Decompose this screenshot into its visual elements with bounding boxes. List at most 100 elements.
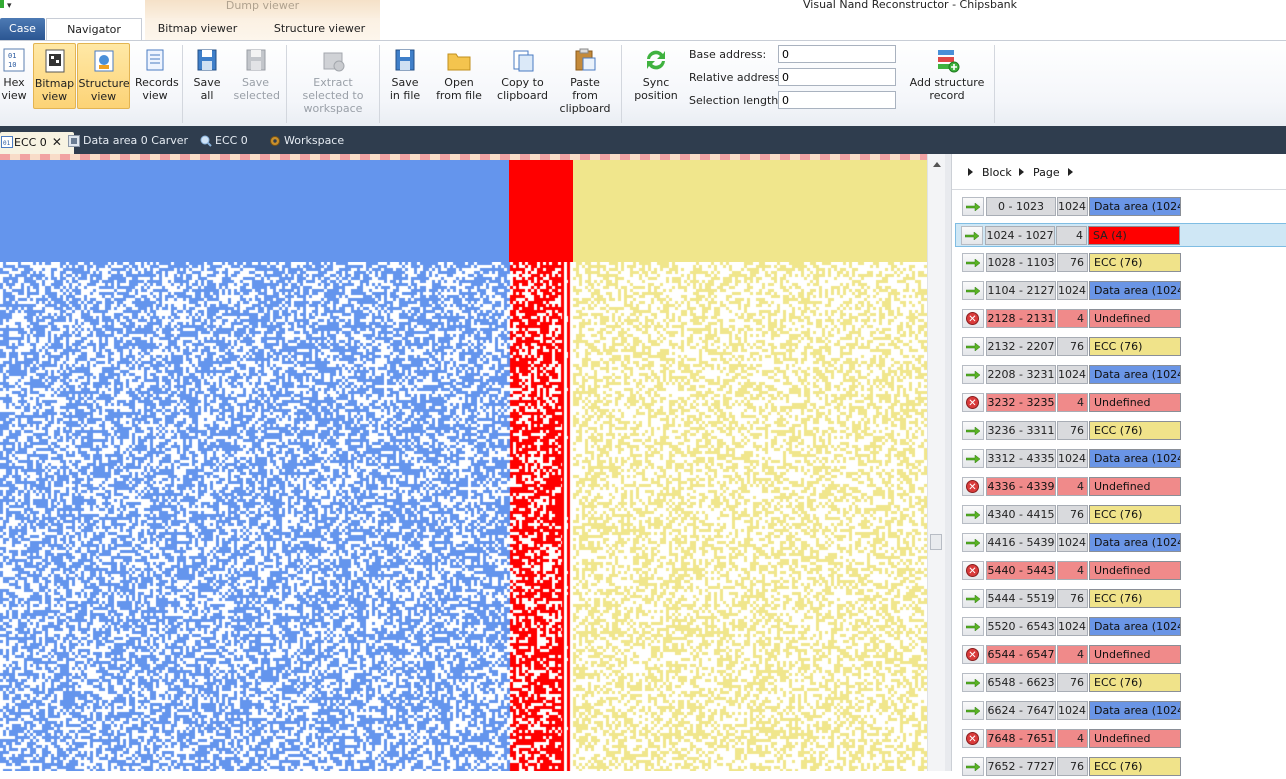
- record-status-button[interactable]: [962, 365, 984, 384]
- hex-view-button[interactable]: 01 10 Hex view: [0, 43, 30, 109]
- record-row[interactable]: 4340 - 4415 76 ECC (76): [957, 503, 1286, 527]
- scroll-up-icon[interactable]: [933, 162, 941, 167]
- paste-from-clipboard-button[interactable]: Paste from clipboard: [555, 43, 615, 115]
- record-status-button[interactable]: ✕: [962, 561, 984, 580]
- open-from-file-button[interactable]: Open from file: [429, 43, 489, 109]
- record-row[interactable]: 2132 - 2207 76 ECC (76): [957, 335, 1286, 359]
- record-type-label[interactable]: Undefined: [1089, 561, 1181, 580]
- record-row[interactable]: 5444 - 5519 76 ECC (76): [957, 587, 1286, 611]
- doc-tab-ecc-0[interactable]: ECC 0: [198, 131, 248, 151]
- record-status-button[interactable]: [961, 226, 983, 245]
- sync-position-button[interactable]: Sync position: [630, 43, 682, 109]
- record-type-label[interactable]: ECC (76): [1089, 421, 1181, 440]
- record-row[interactable]: 3236 - 3311 76 ECC (76): [957, 419, 1286, 443]
- record-status-button[interactable]: [962, 673, 984, 692]
- record-type-label[interactable]: Data area (1024): [1089, 365, 1181, 384]
- record-type-label[interactable]: Undefined: [1089, 477, 1181, 496]
- add-structure-record-button[interactable]: Add structure record: [906, 43, 988, 109]
- record-row[interactable]: 7652 - 7727 76 ECC (76): [957, 755, 1286, 779]
- record-row[interactable]: 1028 - 1103 76 ECC (76): [957, 251, 1286, 275]
- record-type-label[interactable]: Undefined: [1089, 645, 1181, 664]
- tab-bitmap-viewer[interactable]: Bitmap viewer: [150, 18, 245, 40]
- record-status-button[interactable]: [962, 197, 984, 216]
- record-row[interactable]: 5520 - 6543 1024 Data area (1024): [957, 615, 1286, 639]
- range-separator: -: [1015, 480, 1027, 493]
- record-status-button[interactable]: [962, 421, 984, 440]
- record-row[interactable]: ✕ 2128 - 2131 4 Undefined: [957, 307, 1286, 331]
- structure-view-button[interactable]: Structure view: [77, 43, 130, 109]
- quick-access-toolbar[interactable]: ▾: [0, 0, 30, 12]
- record-row[interactable]: 2208 - 3231 1024 Data area (1024): [957, 363, 1286, 387]
- record-status-button[interactable]: [962, 589, 984, 608]
- record-status-button[interactable]: [962, 281, 984, 300]
- record-type-label[interactable]: Data area (1024): [1089, 197, 1181, 216]
- copy-to-clipboard-button[interactable]: Copy to clipboard: [495, 43, 550, 109]
- record-row[interactable]: 1024 - 1027 4 SA (4): [955, 223, 1286, 247]
- record-row[interactable]: 1104 - 2127 1024 Data area (1024): [957, 279, 1286, 303]
- base-address-input[interactable]: [778, 45, 896, 63]
- record-type-label[interactable]: ECC (76): [1089, 673, 1181, 692]
- record-status-button[interactable]: [962, 253, 984, 272]
- record-status-button[interactable]: [962, 337, 984, 356]
- scrollbar-thumb[interactable]: [930, 534, 942, 550]
- breadcrumb-block[interactable]: Block: [982, 166, 1012, 179]
- record-status-button[interactable]: ✕: [962, 477, 984, 496]
- selection-length-input[interactable]: [778, 91, 896, 109]
- save-in-file-button[interactable]: Save in file: [384, 43, 426, 109]
- record-type-label[interactable]: SA (4): [1088, 226, 1180, 245]
- record-type-label[interactable]: Data area (1024): [1089, 281, 1181, 300]
- record-row[interactable]: ✕ 4336 - 4339 4 Undefined: [957, 475, 1286, 499]
- bitmap-view-button[interactable]: Bitmap view: [33, 43, 76, 109]
- record-type-label[interactable]: Data area (1024): [1089, 449, 1181, 468]
- record-status-button[interactable]: [962, 505, 984, 524]
- record-status-button[interactable]: [962, 757, 984, 776]
- record-status-button[interactable]: [962, 533, 984, 552]
- record-row[interactable]: 0 - 1023 1024 Data area (1024): [957, 195, 1286, 219]
- record-row[interactable]: 4416 - 5439 1024 Data area (1024): [957, 531, 1286, 555]
- relative-address-input[interactable]: [778, 68, 896, 86]
- chevron-right-icon[interactable]: [968, 168, 973, 176]
- record-type-label[interactable]: ECC (76): [1089, 589, 1181, 608]
- record-row[interactable]: ✕ 6544 - 6547 4 Undefined: [957, 643, 1286, 667]
- record-status-button[interactable]: [962, 701, 984, 720]
- record-type-label[interactable]: ECC (76): [1089, 253, 1181, 272]
- record-row[interactable]: 6624 - 7647 1024 Data area (1024): [957, 699, 1286, 723]
- save-selected-button[interactable]: Save selected: [233, 43, 280, 109]
- record-status-button[interactable]: ✕: [962, 309, 984, 328]
- record-status-button[interactable]: ✕: [962, 393, 984, 412]
- record-type-label[interactable]: ECC (76): [1089, 337, 1181, 356]
- close-icon[interactable]: ✕: [52, 132, 62, 152]
- record-type-label[interactable]: Undefined: [1089, 393, 1181, 412]
- doc-tab-ecc-0-active[interactable]: 01 ECC 0 ✕: [0, 132, 74, 154]
- record-status-button[interactable]: [962, 449, 984, 468]
- breadcrumb-page[interactable]: Page: [1033, 166, 1060, 179]
- record-type-label[interactable]: Data area (1024): [1089, 617, 1181, 636]
- tab-case[interactable]: Case: [0, 18, 45, 40]
- extract-selected-button[interactable]: Extract selected to workspace: [292, 43, 374, 115]
- save-all-button[interactable]: Save all: [188, 43, 226, 109]
- record-type-label[interactable]: Data area (1024): [1089, 533, 1181, 552]
- record-row[interactable]: ✕ 7648 - 7651 4 Undefined: [957, 727, 1286, 751]
- tab-structure-viewer[interactable]: Structure viewer: [262, 18, 377, 40]
- bitmap-view[interactable]: [0, 154, 927, 771]
- bitmap-vertical-scrollbar[interactable]: [927, 154, 946, 771]
- doc-tab-workspace[interactable]: Workspace: [267, 131, 344, 151]
- tab-navigator[interactable]: Navigator: [46, 18, 142, 40]
- record-type-label[interactable]: Undefined: [1089, 309, 1181, 328]
- record-type-label[interactable]: ECC (76): [1089, 757, 1181, 776]
- record-type-label[interactable]: ECC (76): [1089, 505, 1181, 524]
- doc-tab-data-area-carver[interactable]: Data area 0 Carver: [66, 131, 188, 151]
- record-row[interactable]: 6548 - 6623 76 ECC (76): [957, 671, 1286, 695]
- chevron-right-icon[interactable]: [1068, 168, 1073, 176]
- record-type-label[interactable]: Undefined: [1089, 729, 1181, 748]
- chevron-right-icon[interactable]: [1019, 168, 1024, 176]
- record-status-button[interactable]: ✕: [962, 645, 984, 664]
- record-type-label[interactable]: Data area (1024): [1089, 701, 1181, 720]
- record-status-button[interactable]: ✕: [962, 729, 984, 748]
- records-view-button[interactable]: Records view: [132, 43, 179, 109]
- record-end: 6547: [1026, 648, 1055, 661]
- record-status-button[interactable]: [962, 617, 984, 636]
- record-row[interactable]: 3312 - 4335 1024 Data area (1024): [957, 447, 1286, 471]
- record-row[interactable]: ✕ 5440 - 5443 4 Undefined: [957, 559, 1286, 583]
- record-row[interactable]: ✕ 3232 - 3235 4 Undefined: [957, 391, 1286, 415]
